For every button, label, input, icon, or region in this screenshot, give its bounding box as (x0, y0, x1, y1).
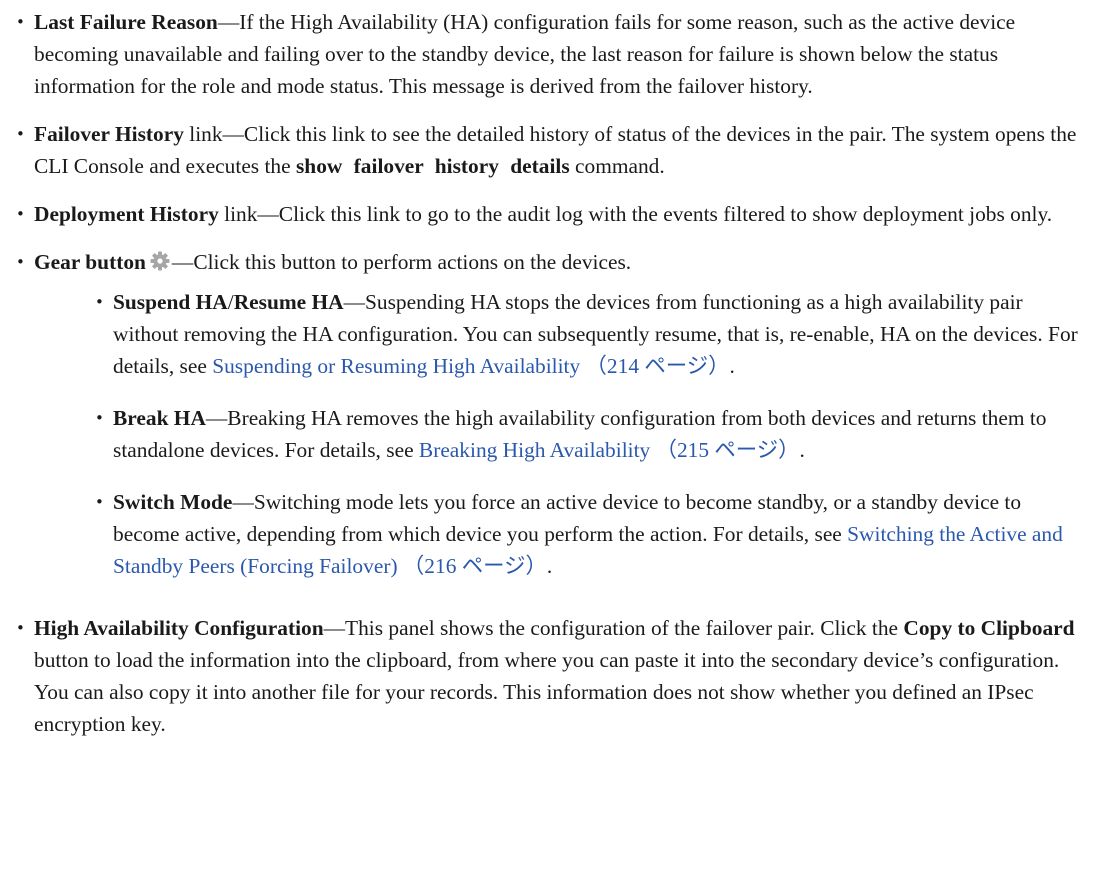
list-item-ha-configuration: High Availability Configuration—This pan… (14, 612, 1088, 740)
list-item-failover-history: Failover History link—Click this link to… (14, 118, 1088, 182)
item-text: —This panel shows the configuration of t… (323, 616, 904, 640)
item-title: Gear button (34, 250, 146, 274)
period: . (546, 554, 553, 578)
item-title-2: Resume HA (233, 290, 344, 314)
copy-to-clipboard-label: Copy to Clipboard (903, 616, 1075, 640)
item-title: Break HA (113, 406, 206, 430)
item-title: High Availability Configuration (34, 616, 324, 640)
link-suspending-resuming-ha[interactable]: Suspending or Resuming High Availability… (212, 354, 729, 378)
list-item-last-failure-reason: Last Failure Reason—If the High Availabi… (14, 6, 1088, 102)
item-title: Switch Mode (113, 490, 233, 514)
list-item-gear-button: Gear button —Click this button to perform… (14, 246, 1088, 278)
item-title: Failover History (34, 122, 184, 146)
period: . (799, 438, 805, 462)
item-title: Last Failure Reason (34, 10, 218, 34)
link-breaking-ha[interactable]: Breaking High Availability （215 ページ） (419, 438, 800, 462)
sublist-item-break-ha: Break HA—Breaking HA removes the high av… (93, 402, 1088, 466)
item-text: link—Click this link to go to the audit … (218, 202, 1053, 226)
sublist-item-switch-mode: Switch Mode—Switching mode lets you forc… (93, 486, 1088, 582)
item-text: —Click this button to perform actions on… (171, 250, 632, 274)
cli-command: show failover history details (295, 154, 570, 178)
item-title: Suspend HA (113, 290, 228, 314)
period: . (729, 354, 735, 378)
sublist-item-suspend-resume: Suspend HA/Resume HA—Suspending HA stops… (93, 286, 1088, 382)
item-text-end: button to load the information into the … (34, 648, 1060, 736)
list-item-deployment-history: Deployment History link—Click this link … (14, 198, 1088, 230)
gear-icon (150, 248, 170, 271)
item-text-end: command. (569, 154, 665, 178)
item-title: Deployment History (34, 202, 219, 226)
document-body: Last Failure Reason—If the High Availabi… (0, 0, 1108, 740)
